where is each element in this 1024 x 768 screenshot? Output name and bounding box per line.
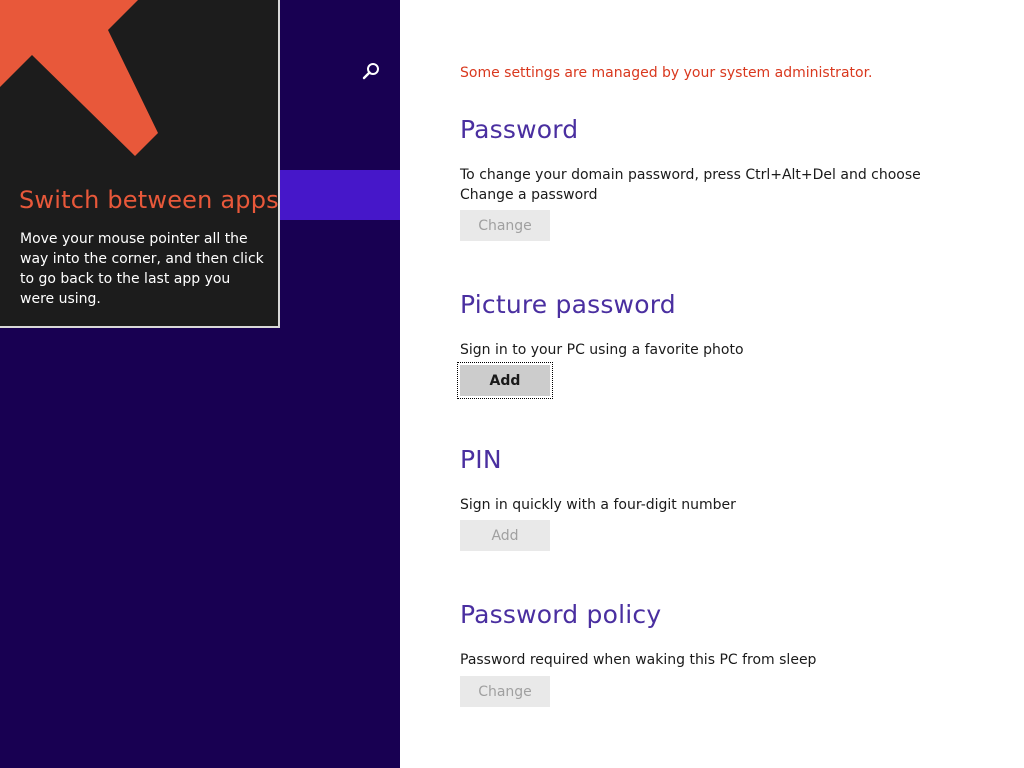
admin-notice: Some settings are managed by your system… bbox=[460, 65, 873, 81]
change-password-button[interactable]: Change bbox=[460, 210, 550, 241]
section-description: To change your domain password, press Ct… bbox=[460, 167, 921, 203]
nav-selected-item[interactable] bbox=[280, 170, 400, 220]
corner-arrow-icon bbox=[0, 0, 158, 156]
section-title: Picture password bbox=[460, 290, 676, 319]
tip-body: Move your mouse pointer all the way into… bbox=[20, 231, 264, 307]
section-title: Password policy bbox=[460, 600, 662, 629]
search-icon[interactable] bbox=[360, 60, 382, 82]
section-description: Sign in quickly with a four-digit number bbox=[460, 497, 736, 513]
tip-title: Switch between apps bbox=[19, 186, 279, 214]
section-description: Sign in to your PC using a favorite phot… bbox=[460, 342, 744, 358]
section-description: Password required when waking this PC fr… bbox=[460, 652, 817, 668]
tip-overlay: Switch between apps Move your mouse poin… bbox=[0, 0, 280, 328]
section-title: PIN bbox=[460, 445, 502, 474]
add-pin-button[interactable]: Add bbox=[460, 520, 550, 551]
section-title: Password bbox=[460, 115, 579, 144]
pc-settings-screen: Switch between apps Move your mouse poin… bbox=[0, 0, 1024, 768]
add-picture-password-button[interactable]: Add bbox=[457, 362, 553, 399]
change-password-policy-button[interactable]: Change bbox=[460, 676, 550, 707]
